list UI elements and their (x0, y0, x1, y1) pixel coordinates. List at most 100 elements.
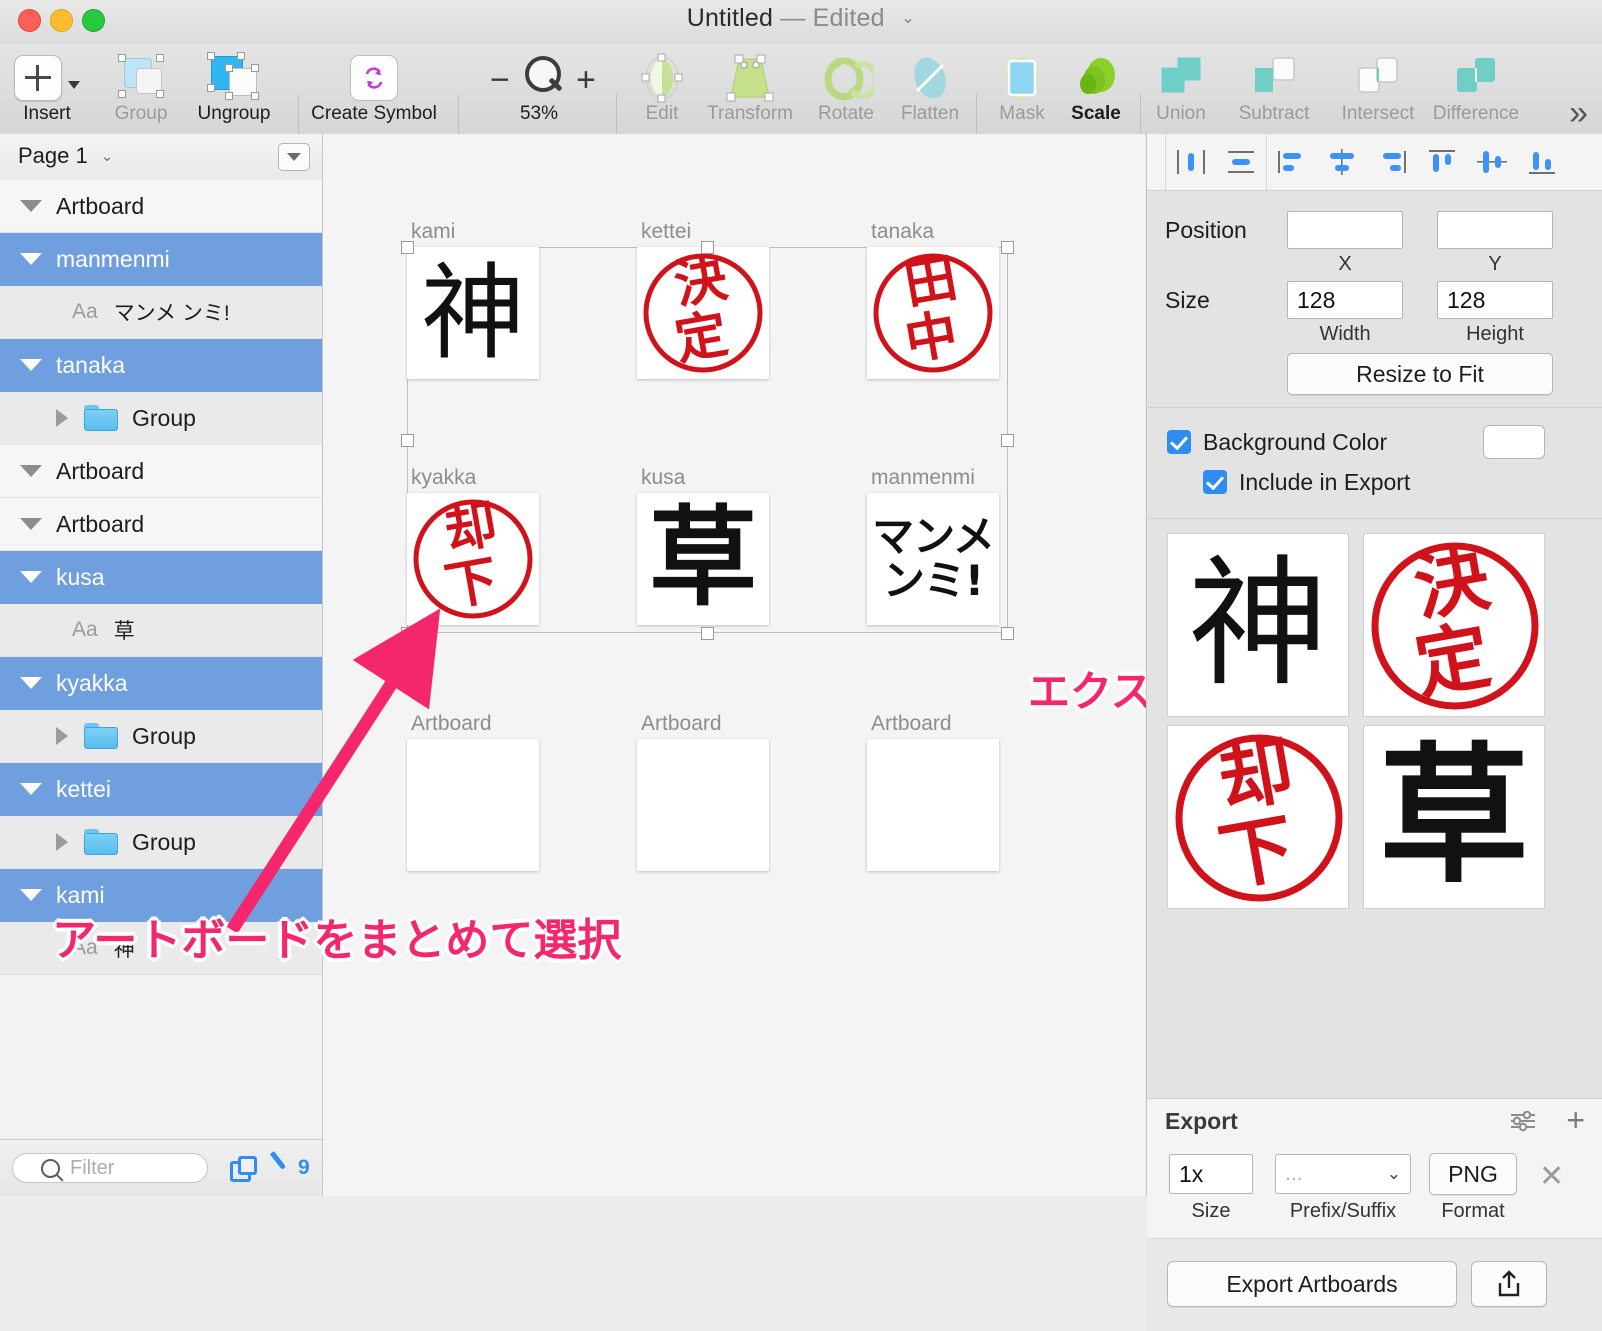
page-selector[interactable]: Page 1 ⌄ (18, 143, 113, 169)
export-format-button[interactable]: PNG (1429, 1153, 1517, 1195)
background-color-swatch[interactable] (1483, 425, 1545, 459)
disclosure-triangle-icon[interactable] (20, 359, 42, 371)
distribute-vertically-icon[interactable] (1216, 134, 1266, 190)
toolbar-difference[interactable]: Difference (1422, 52, 1530, 124)
disclosure-triangle-right-icon[interactable] (56, 409, 68, 427)
background-color-checkbox[interactable] (1167, 430, 1191, 454)
layer-row-manmenmi[interactable]: manmenmi (0, 233, 322, 286)
disclosure-triangle-icon[interactable] (20, 677, 42, 689)
disclosure-triangle-icon[interactable] (20, 783, 42, 795)
toolbar-create-symbol[interactable]: Create Symbol (308, 52, 440, 124)
layer-row-artboard[interactable]: Artboard (0, 180, 322, 233)
export-artboards-button[interactable]: Export Artboards (1167, 1261, 1457, 1307)
include-in-export-checkbox[interactable] (1203, 470, 1227, 494)
artboard-kyakka[interactable]: 却 下 (407, 493, 539, 625)
align-left-icon[interactable] (1267, 134, 1317, 190)
close-icon[interactable]: ✕ (1539, 1162, 1564, 1192)
artboard-empty-3[interactable] (867, 739, 999, 871)
artboard-manmenmi[interactable]: マンメ ンミ! (867, 493, 999, 625)
toolbar-flatten[interactable]: Flatten (884, 52, 976, 124)
artboard-label-tanaka[interactable]: tanaka (871, 220, 934, 244)
slice-icon[interactable] (266, 1156, 292, 1180)
artboard-kusa[interactable]: 草 (637, 493, 769, 625)
disclosure-triangle-icon[interactable] (20, 889, 42, 901)
layer-row-group-kettei[interactable]: Group (0, 816, 322, 869)
toolbar-ungroup[interactable]: Ungroup (180, 52, 288, 124)
selection-handle-tc[interactable] (701, 241, 714, 254)
resize-to-fit-button[interactable]: Resize to Fit (1287, 353, 1553, 395)
duplicate-icon[interactable] (230, 1156, 257, 1182)
layers-list[interactable]: Artboard manmenmi Aa マンメ ンミ! tanaka Grou (0, 180, 322, 1140)
layer-row-kusa[interactable]: kusa (0, 551, 322, 604)
layer-row-group-tanaka[interactable]: Group (0, 392, 322, 445)
preview-thumb-kyakka[interactable]: 却 下 (1167, 725, 1349, 909)
page-options-button[interactable] (278, 143, 310, 171)
align-bottom-icon[interactable] (1517, 134, 1567, 190)
selection-handle-bc[interactable] (701, 627, 714, 640)
layer-row-artboard-2[interactable]: Artboard (0, 445, 322, 498)
disclosure-triangle-icon[interactable] (20, 200, 42, 212)
artboard-kettei[interactable]: 決 定 (637, 247, 769, 379)
disclosure-triangle-icon[interactable] (20, 571, 42, 583)
disclosure-triangle-icon[interactable] (20, 253, 42, 265)
layer-row-text-manmenmi[interactable]: Aa マンメ ンミ! (0, 286, 322, 339)
selection-handle-mr[interactable] (1001, 434, 1014, 447)
distribute-horizontally-icon[interactable] (1166, 134, 1216, 190)
layer-row-kyakka[interactable]: kyakka (0, 657, 322, 710)
disclosure-triangle-right-icon[interactable] (56, 833, 68, 851)
align-center-horizontal-icon[interactable] (1317, 134, 1367, 190)
disclosure-triangle-icon[interactable] (20, 518, 42, 530)
export-prefix-select[interactable]: ... ⌄ (1275, 1154, 1411, 1194)
layer-row-text-kusa[interactable]: Aa 草 (0, 604, 322, 657)
disclosure-triangle-right-icon[interactable] (56, 727, 68, 745)
toolbar-insert[interactable]: Insert (8, 52, 86, 124)
preview-thumb-kusa[interactable]: 草 (1363, 725, 1545, 909)
selection-handle-ml[interactable] (401, 434, 414, 447)
toolbar-scale[interactable]: Scale (1056, 52, 1136, 124)
artboard-label-empty-3[interactable]: Artboard (871, 712, 952, 736)
toolbar-edit[interactable]: Edit (624, 52, 700, 124)
plus-icon[interactable]: + (1566, 1104, 1585, 1136)
disclosure-triangle-icon[interactable] (20, 465, 42, 477)
layer-row-artboard-3[interactable]: Artboard (0, 498, 322, 551)
artboard-label-kami[interactable]: kami (411, 220, 455, 244)
layer-row-group-kyakka[interactable]: Group (0, 710, 322, 763)
layer-row-tanaka[interactable]: tanaka (0, 339, 322, 392)
toolbar-overflow-button[interactable]: » (1569, 96, 1588, 130)
preview-thumb-kettei[interactable]: 決 定 (1363, 533, 1545, 717)
toolbar-rotate[interactable]: Rotate (800, 52, 892, 124)
height-input[interactable]: 128 (1437, 281, 1553, 319)
preview-thumb-kami[interactable]: 神 (1167, 533, 1349, 717)
toolbar-transform[interactable]: Transform (700, 52, 800, 124)
artboard-label-empty-2[interactable]: Artboard (641, 712, 722, 736)
align-top-icon[interactable] (1417, 134, 1467, 190)
chevron-down-icon[interactable]: ⌄ (901, 8, 915, 28)
export-size-input[interactable]: 1x (1169, 1154, 1253, 1194)
share-button[interactable] (1471, 1261, 1547, 1307)
filter-input[interactable]: Filter (12, 1153, 208, 1183)
align-middle-vertical-icon[interactable] (1467, 134, 1517, 190)
toolbar-zoom[interactable]: − + 53% (478, 52, 600, 124)
position-x-input[interactable] (1287, 211, 1403, 249)
position-y-input[interactable] (1437, 211, 1553, 249)
selection-handle-br[interactable] (1001, 627, 1014, 640)
toolbar-union[interactable]: Union (1140, 52, 1222, 124)
artboard-empty-2[interactable] (637, 739, 769, 871)
toolbar-group[interactable]: Group (96, 52, 186, 124)
artboard-label-kusa[interactable]: kusa (641, 466, 685, 490)
selection-handle-bl[interactable] (401, 627, 414, 640)
sliders-icon[interactable] (1509, 1110, 1537, 1137)
document-title[interactable]: Untitled — Edited ⌄ (0, 4, 1602, 33)
toolbar-subtract[interactable]: Subtract (1222, 52, 1326, 124)
width-input[interactable]: 128 (1287, 281, 1403, 319)
canvas-area[interactable]: kami 神 kettei 決 定 tanaka 田 中 kyakka 却 下 … (323, 134, 1145, 1196)
align-right-icon[interactable] (1367, 134, 1417, 190)
selection-handle-tr[interactable] (1001, 241, 1014, 254)
artboard-label-kyakka[interactable]: kyakka (411, 466, 476, 490)
toolbar-intersect[interactable]: Intersect (1326, 52, 1430, 124)
artboard-label-kettei[interactable]: kettei (641, 220, 691, 244)
selection-handle-tl[interactable] (401, 241, 414, 254)
artboard-label-manmenmi[interactable]: manmenmi (871, 466, 975, 490)
artboard-empty-1[interactable] (407, 739, 539, 871)
layer-row-kettei[interactable]: kettei (0, 763, 322, 816)
